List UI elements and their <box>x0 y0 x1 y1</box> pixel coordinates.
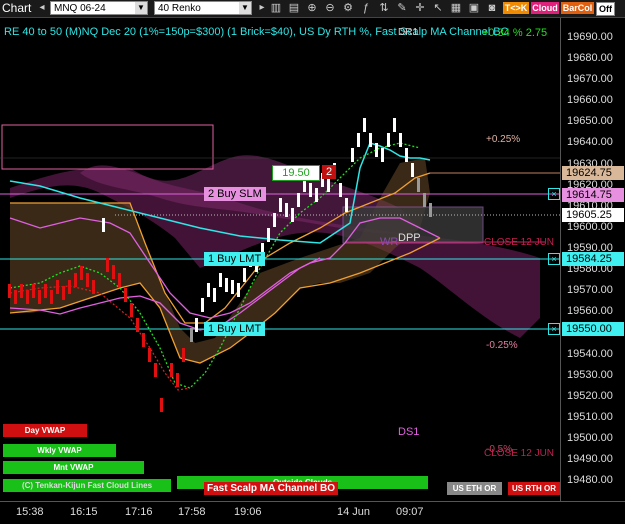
close-label-lower: CLOSE 12 JUN <box>484 448 555 459</box>
x-tick: 17:16 <box>125 506 153 518</box>
y-tick: 19560.00 <box>567 305 613 317</box>
mnt-vwap-button[interactable]: Mnt VWAP <box>3 461 144 474</box>
chevron-down-icon: ▼ <box>239 2 251 14</box>
bar-chart-icon[interactable]: ▥ <box>268 0 284 16</box>
data-box-icon[interactable]: ▤ <box>286 0 302 16</box>
chevron-down-icon: ▼ <box>135 2 147 14</box>
drawing-tools-icon[interactable]: ✎ <box>394 0 410 16</box>
ds1-label: DS1 <box>398 426 420 438</box>
buy-lmt-order-1[interactable]: 1 Buy LMT <box>204 252 266 266</box>
us-eth-or-button[interactable]: US ETH OR <box>447 482 502 495</box>
change-readout: +0.34 % 2.75 <box>482 27 548 39</box>
day-vwap-button[interactable]: Day VWAP <box>3 424 87 437</box>
x-tick: 09:07 <box>396 506 424 518</box>
bar-type-selector[interactable]: 40 Renko ▼ <box>154 1 252 15</box>
nav-left-icon[interactable]: ◂ <box>36 1 48 15</box>
cloud-toggle[interactable]: Cloud <box>531 2 559 14</box>
supply-zone-box <box>1 124 214 170</box>
wr-label: WR <box>380 236 399 248</box>
x-tick: 16:15 <box>70 506 98 518</box>
cancel-order-icon[interactable]: × <box>548 253 560 265</box>
y-tick: 19510.00 <box>567 411 613 423</box>
wkly-vwap-button[interactable]: Wkly VWAP <box>3 444 116 457</box>
tenkan-kijun-toggle[interactable]: T<>K <box>503 2 529 14</box>
x-tick: 15:38 <box>16 506 44 518</box>
x-tick: 17:58 <box>178 506 206 518</box>
fast-scalp-button[interactable]: Fast Scalp MA Channel BO <box>204 482 338 495</box>
x-tick: 19:06 <box>234 506 262 518</box>
price-tag-buy-slm[interactable]: 19614.75 <box>562 188 624 202</box>
buy-lmt-order-2[interactable]: 1 Buy LMT <box>204 322 266 336</box>
chart-toolbar: Chart MNQ 06-24 ▼ 40 Renko ▼ ◂ ▸ ▥ ▤ ⊕ ⊖… <box>0 0 625 18</box>
price-tag-buy-lmt-2[interactable]: 19550.00 <box>562 322 624 336</box>
price-tag-current: 19605.25 <box>562 208 624 222</box>
pointer-icon[interactable]: ↖ <box>430 0 446 16</box>
price-tag-buy-lmt-1[interactable]: 19584.25 <box>562 252 624 266</box>
barcol-toggle[interactable]: BarCol <box>561 2 594 14</box>
crosshair-icon[interactable]: ✛ <box>412 0 428 16</box>
y-tick: 19540.00 <box>567 348 613 360</box>
y-tick: 19650.00 <box>567 115 613 127</box>
window-title: Chart <box>2 1 32 15</box>
dr1-label: DR1 <box>398 27 419 38</box>
tenkan-kijun-button[interactable]: (C) Tenkan-Kijun Fast Cloud Lines <box>3 479 171 492</box>
x-tick: 14 Jun <box>337 506 371 518</box>
camera-icon[interactable]: ◙ <box>484 0 500 16</box>
cancel-order-icon[interactable]: × <box>548 188 560 200</box>
y-tick: 19660.00 <box>567 94 613 106</box>
y-tick: 19640.00 <box>567 136 613 148</box>
zoom-out-icon[interactable]: ⊖ <box>322 0 338 16</box>
price-tag-upper: 19624.75 <box>562 166 624 180</box>
nav-right-icon[interactable]: ▸ <box>256 1 268 15</box>
cancel-order-icon[interactable]: × <box>548 323 560 335</box>
close-label-upper: CLOSE 12 JUN <box>484 237 555 248</box>
position-pnl[interactable]: 19.50 <box>272 165 320 181</box>
zoom-in-icon[interactable]: ⊕ <box>304 0 320 16</box>
indicators-icon[interactable]: ƒ <box>358 0 374 16</box>
y-tick: 19520.00 <box>567 390 613 402</box>
chart-plot-area[interactable]: RE 40 to 50 (M)NQ Dec 20 (1%=150p=$300) … <box>0 18 560 501</box>
buy-slm-order[interactable]: 2 Buy SLM <box>204 187 266 201</box>
bar-type-value: 40 Renko <box>158 3 201 14</box>
y-tick: 19690.00 <box>567 31 613 43</box>
layout-icon[interactable]: ▦ <box>448 0 464 16</box>
y-tick: 19570.00 <box>567 284 613 296</box>
y-tick: 19530.00 <box>567 369 613 381</box>
chart-subtitle: RE 40 to 50 (M)NQ Dec 20 (1%=150p=$300) … <box>4 26 510 38</box>
y-tick: 19670.00 <box>567 73 613 85</box>
properties-icon[interactable]: ⚙ <box>340 0 356 16</box>
position-qty[interactable]: 2 <box>322 165 337 179</box>
off-toggle[interactable]: Off <box>596 2 615 16</box>
y-tick: 19500.00 <box>567 432 613 444</box>
us-rth-or-button[interactable]: US RTH OR <box>508 482 560 495</box>
pct-down-label: -0.25% <box>486 340 518 351</box>
instrument-selector[interactable]: MNQ 06-24 ▼ <box>50 1 148 15</box>
strategies-icon[interactable]: ⇅ <box>376 0 392 16</box>
pct-up-label: +0.25% <box>486 134 521 145</box>
dpp-label: DPP <box>398 232 421 244</box>
y-tick: 19600.00 <box>567 221 613 233</box>
y-tick: 19480.00 <box>567 474 613 486</box>
instrument-value: MNQ 06-24 <box>54 3 106 14</box>
y-tick: 19680.00 <box>567 52 613 64</box>
chart-trader-icon[interactable]: ▣ <box>466 0 482 16</box>
y-tick: 19490.00 <box>567 453 613 465</box>
time-axis[interactable]: 15:38 16:15 17:16 17:58 19:06 14 Jun 09:… <box>0 501 625 524</box>
